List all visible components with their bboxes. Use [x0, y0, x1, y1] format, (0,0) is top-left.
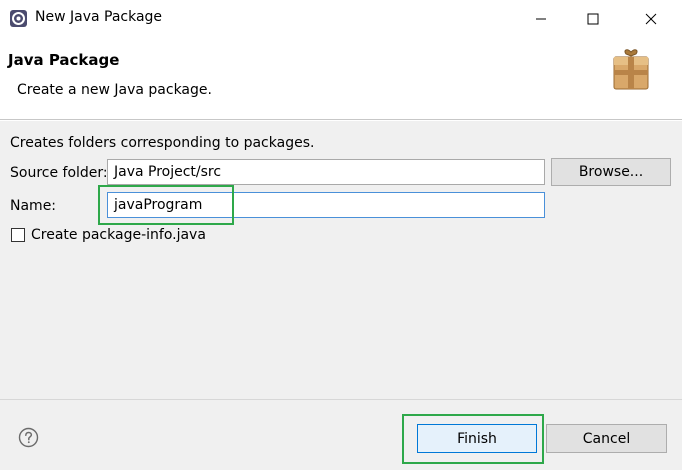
maximize-icon — [587, 13, 599, 25]
package-icon — [613, 49, 649, 90]
form-description: Creates folders corresponding to package… — [10, 135, 315, 151]
finish-highlight-box — [402, 414, 544, 464]
help-icon[interactable] — [18, 427, 39, 448]
source-folder-label: Source folder: — [10, 165, 108, 181]
page-title: Java Package — [8, 51, 120, 69]
create-package-info-checkbox[interactable] — [11, 228, 25, 242]
create-package-info-label[interactable]: Create package-info.java — [31, 227, 206, 243]
close-button[interactable] — [628, 0, 674, 38]
minimize-button[interactable] — [518, 0, 564, 38]
browse-button[interactable]: Browse... — [551, 158, 671, 186]
wizard-body: Creates folders corresponding to package… — [0, 121, 682, 399]
source-folder-input[interactable]: Java Project/src — [107, 159, 545, 185]
page-description: Create a new Java package. — [17, 82, 212, 98]
name-highlight-box — [98, 185, 234, 225]
maximize-button[interactable] — [570, 0, 616, 38]
title-bar: New Java Package — [0, 0, 682, 38]
wizard-header: Java Package Create a new Java package. — [0, 38, 682, 120]
close-icon — [645, 13, 657, 25]
eclipse-icon — [10, 10, 27, 27]
minimize-icon — [536, 18, 546, 20]
cancel-button[interactable]: Cancel — [546, 424, 667, 453]
wizard-footer: Finish Cancel — [0, 399, 682, 470]
name-label: Name: — [10, 198, 57, 214]
window-title: New Java Package — [35, 9, 163, 25]
